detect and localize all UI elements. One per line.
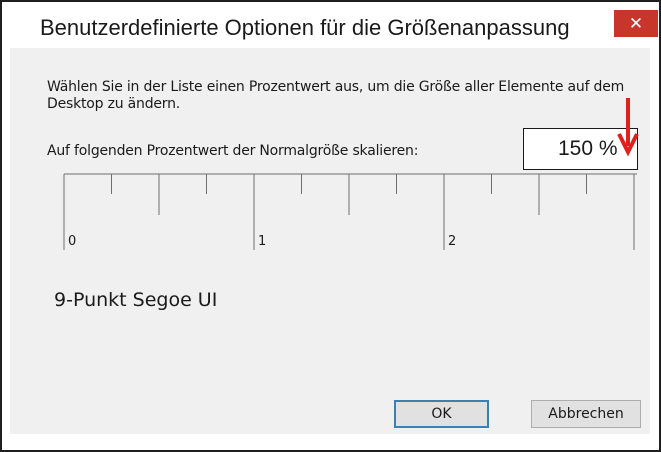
instruction-text: Wählen Sie in der Liste einen Prozentwer… — [47, 79, 625, 112]
ok-button[interactable]: OK — [394, 400, 489, 428]
ruler-label-0: 0 — [68, 234, 76, 249]
title-bar[interactable]: Benutzerdefinierte Optionen für die Größ… — [2, 2, 659, 48]
close-button[interactable]: ✕ — [614, 10, 658, 37]
font-preview-text: 9-Punkt Segoe UI — [54, 289, 218, 311]
cancel-button[interactable]: Abbrechen — [531, 400, 641, 428]
annotation-arrow-icon — [617, 98, 639, 157]
scale-label: Auf folgenden Prozentwert der Normalgröß… — [47, 143, 419, 159]
scaling-ruler[interactable]: 0 1 2 — [57, 172, 637, 262]
window-title: Benutzerdefinierte Optionen für die Größ… — [40, 15, 570, 40]
dialog-window: Benutzerdefinierte Optionen für die Größ… — [0, 0, 661, 452]
ruler-ticks — [63, 174, 635, 250]
ruler-label-2: 2 — [448, 234, 456, 249]
close-icon: ✕ — [628, 13, 644, 34]
ruler-label-1: 1 — [258, 234, 266, 249]
